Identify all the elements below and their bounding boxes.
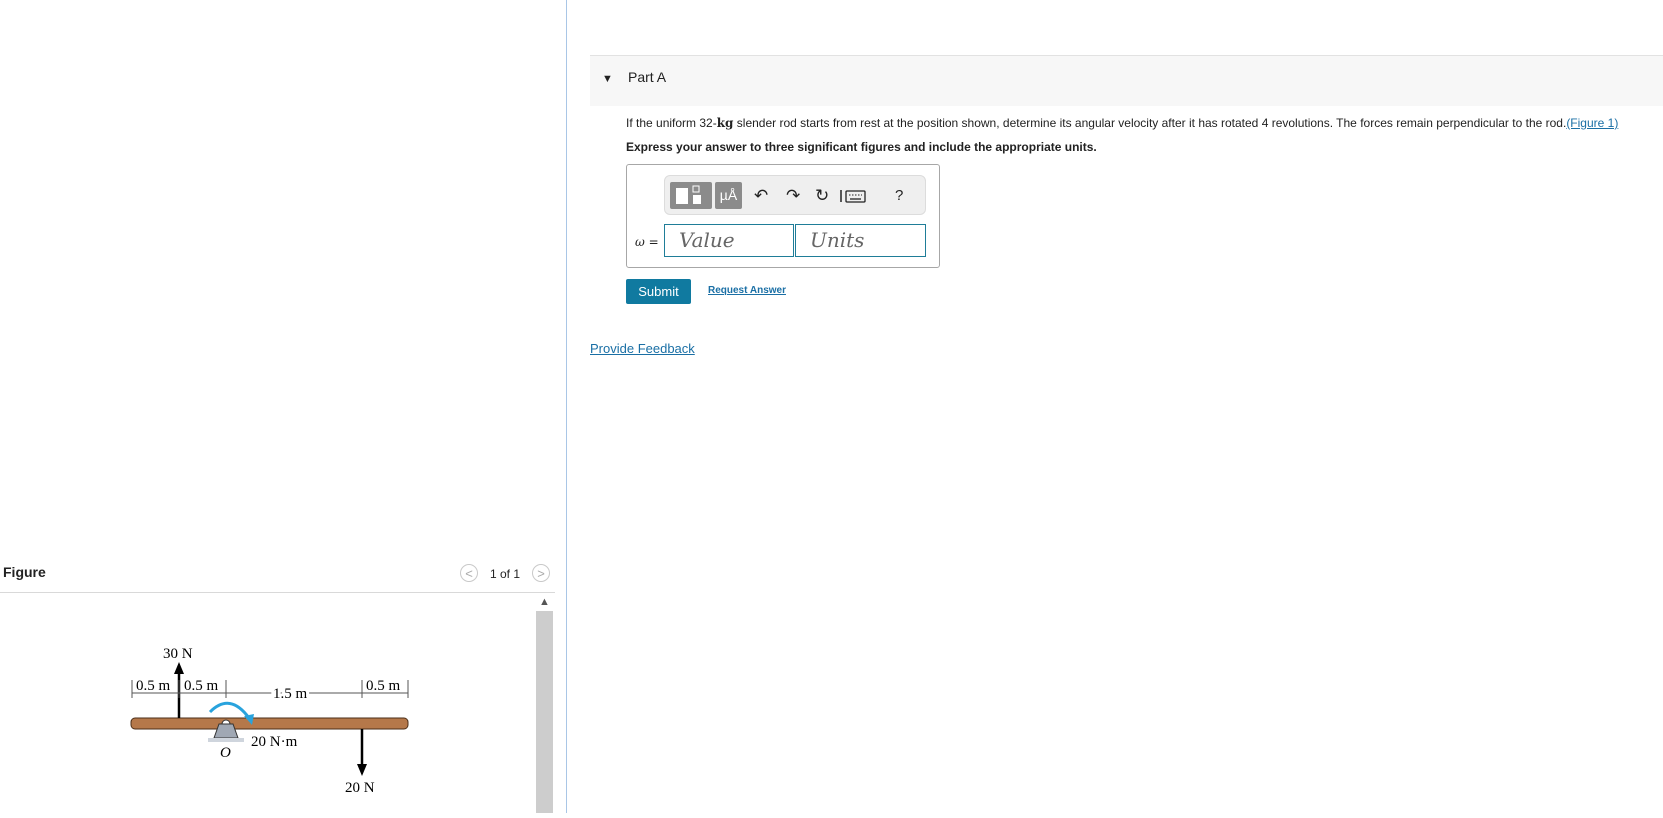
upward-force-arrowhead xyxy=(174,662,184,674)
moment-arrow xyxy=(208,701,251,719)
keyboard-icon[interactable] xyxy=(840,188,866,204)
downward-force-arrowhead xyxy=(357,764,367,776)
part-title: Part A xyxy=(628,69,667,85)
dimension-label-4: 0.5 m xyxy=(366,678,401,694)
scroll-up-icon[interactable]: ▲ xyxy=(536,594,553,611)
dimension-label-2: 0.5 m xyxy=(184,678,219,694)
request-answer-link[interactable]: Request Answer xyxy=(708,285,786,296)
dimension-label-1: 0.5 m xyxy=(136,678,171,694)
figure-scrollbar[interactable]: ▲ xyxy=(536,594,553,813)
figure-link[interactable]: (Figure 1) xyxy=(1566,116,1618,130)
undo-icon[interactable]: ↶ xyxy=(754,186,768,206)
question-prefix: If the uniform 32- xyxy=(626,116,717,130)
next-figure-button[interactable]: > xyxy=(532,564,550,582)
units-input[interactable]: Units xyxy=(795,224,926,257)
figure-pager: 1 of 1 xyxy=(490,567,521,581)
question-suffix: slender rod starts from rest at the posi… xyxy=(733,116,1567,130)
submit-button[interactable]: Submit xyxy=(626,279,691,304)
answer-variable-label: ω = xyxy=(635,235,659,249)
pivot-label: O xyxy=(220,745,231,761)
pivot-ground xyxy=(208,738,244,742)
prev-figure-button[interactable]: < xyxy=(460,564,478,582)
upward-force-label: 30 N xyxy=(163,646,193,662)
templates-icon xyxy=(676,185,701,204)
figure-title: Figure xyxy=(3,564,46,580)
question-text: If the uniform 32-kg slender rod starts … xyxy=(626,116,1618,130)
rod-diagram: 30 N 20 N O 20 N·m 0.5 m 0.5 m 1.5 m 0.5… xyxy=(130,646,409,796)
value-input[interactable]: Value xyxy=(664,224,794,257)
downward-force-label: 20 N xyxy=(345,780,375,796)
scrollbar-thumb[interactable] xyxy=(536,611,553,813)
provide-feedback-link[interactable]: Provide Feedback xyxy=(590,341,695,356)
figure-header: Figure < 1 of 1 > xyxy=(0,556,555,593)
question-mass-unit: kg xyxy=(716,116,734,130)
units-button[interactable]: µÅ xyxy=(715,182,742,209)
figure-diagram: 30 N 20 N O 20 N·m 0.5 m 0.5 m 1.5 m 0.5… xyxy=(0,600,536,813)
answer-box: µÅ ↶ ↷ ↻ ? ω = Value Units xyxy=(626,164,940,268)
collapse-caret-icon[interactable]: ▼ xyxy=(602,73,613,85)
slender-rod xyxy=(130,717,409,730)
reset-icon[interactable]: ↻ xyxy=(815,186,829,206)
answer-instruction: Express your answer to three significant… xyxy=(626,140,1097,154)
dimension-label-3: 1.5 m xyxy=(273,686,308,702)
figure-panel: Figure < 1 of 1 > 30 N 20 N O 20 N·m 0.5… xyxy=(0,0,566,813)
templates-button[interactable] xyxy=(670,182,712,209)
question-panel: ▼ Part A If the uniform 32-kg slender ro… xyxy=(567,0,1663,813)
part-header[interactable]: ▼ Part A xyxy=(590,56,1663,106)
moment-label: 20 N·m xyxy=(251,734,298,750)
redo-icon[interactable]: ↷ xyxy=(786,186,800,206)
math-toolbar: µÅ ↶ ↷ ↻ ? xyxy=(664,175,926,215)
help-button[interactable]: ? xyxy=(895,187,903,204)
